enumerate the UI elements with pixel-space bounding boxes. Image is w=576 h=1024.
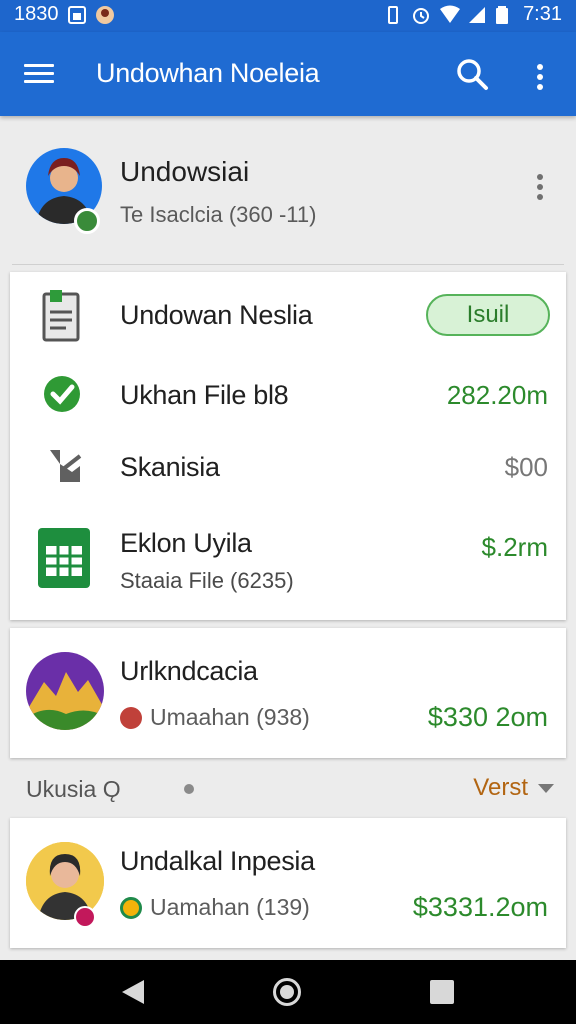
entry-title: Undalkal Inpesia [120, 846, 315, 876]
profile-avatar[interactable] [26, 148, 104, 234]
home-icon[interactable] [273, 978, 301, 1006]
profile-more-icon[interactable] [528, 170, 552, 210]
menu-icon[interactable] [22, 58, 58, 90]
list-item[interactable]: Skanisia $00 [10, 430, 566, 502]
chevron-down-icon [538, 783, 554, 793]
item-label: Ukhan File bl8 [120, 380, 289, 410]
recents-icon[interactable] [430, 980, 454, 1004]
overflow-menu-icon[interactable] [524, 54, 556, 94]
status-right: 7:31 [383, 3, 562, 26]
list-item[interactable]: Undowan Neslia Isuil [10, 272, 566, 358]
list-item[interactable]: Ukhan File bl8 282.20m [10, 358, 566, 430]
wifi-icon [439, 5, 461, 25]
profile-header[interactable]: Undowsiai Te Isaclcia (360 -11) [0, 126, 576, 260]
signal-icon [467, 5, 487, 25]
edit-file-icon [46, 446, 82, 491]
document-icon [40, 290, 84, 349]
section-label: Ukusia Ǫ [26, 776, 121, 802]
list-item[interactable]: Undalkal Inpesia Uamahan (139) $3331.2om [10, 818, 566, 948]
check-circle-icon [42, 374, 82, 419]
item-label: Skanisia [120, 452, 220, 482]
entry-sub-text: Umaahan (938) [150, 704, 310, 730]
battery-icon [495, 5, 515, 25]
system-nav-bar [0, 960, 576, 1024]
files-card: Undowan Neslia Isuil Ukhan File bl8 282.… [10, 272, 566, 620]
spreadsheet-icon [36, 526, 92, 595]
app-notification-icon [95, 5, 115, 25]
item-value: $.2rm [481, 532, 548, 562]
search-icon[interactable] [452, 54, 492, 94]
sort-dropdown[interactable]: Verst [473, 774, 554, 802]
item-sublabel: Staaia File (6235) [120, 568, 294, 593]
status-clock: 7:31 [523, 3, 562, 25]
item-value: 282.20m [446, 380, 548, 410]
profile-subtitle: Te Isaclcia (360 -11) [120, 202, 317, 227]
app-bar: Undowhan Noeleia [0, 32, 576, 116]
category-icon [120, 896, 142, 919]
separator-dot [184, 784, 194, 794]
entry-amount: $3331.2om [412, 892, 548, 922]
category-icon [120, 706, 142, 729]
item-value: $00 [504, 452, 548, 482]
item-label: Undowan Neslia [120, 300, 313, 330]
entry-subtitle: Uamahan (139) [120, 894, 310, 921]
avatar [26, 652, 104, 730]
entry-amount: $330 2om [427, 702, 548, 732]
vibrate-icon [383, 5, 403, 25]
status-left: 1830 [14, 3, 115, 26]
status-badge[interactable]: Isuil [426, 294, 550, 336]
badge-icon [74, 906, 96, 928]
section-header: Ukusia Ǫ Verst [0, 764, 576, 812]
status-bar: 1830 7:31 [0, 0, 576, 32]
edit-badge-icon[interactable] [74, 208, 100, 234]
app-title: Undowhan Noeleia [96, 58, 320, 88]
status-time: 1830 [14, 3, 59, 25]
profile-name: Undowsiai [120, 156, 250, 187]
list-item[interactable]: Eklon Uyila Staaia File (6235) $.2rm [10, 502, 566, 620]
item-label: Eklon Uyila [120, 528, 252, 558]
entry-subtitle: Umaahan (938) [120, 704, 310, 731]
back-icon[interactable] [122, 980, 144, 1004]
alarm-icon [411, 5, 431, 25]
list-item[interactable]: Urlkndcacia Umaahan (938) $330 2om [10, 628, 566, 758]
entry-sub-text: Uamahan (139) [150, 894, 310, 920]
divider [12, 264, 564, 265]
sort-label: Verst [473, 774, 528, 801]
gallery-icon [67, 5, 87, 25]
entry-title: Urlkndcacia [120, 656, 258, 686]
